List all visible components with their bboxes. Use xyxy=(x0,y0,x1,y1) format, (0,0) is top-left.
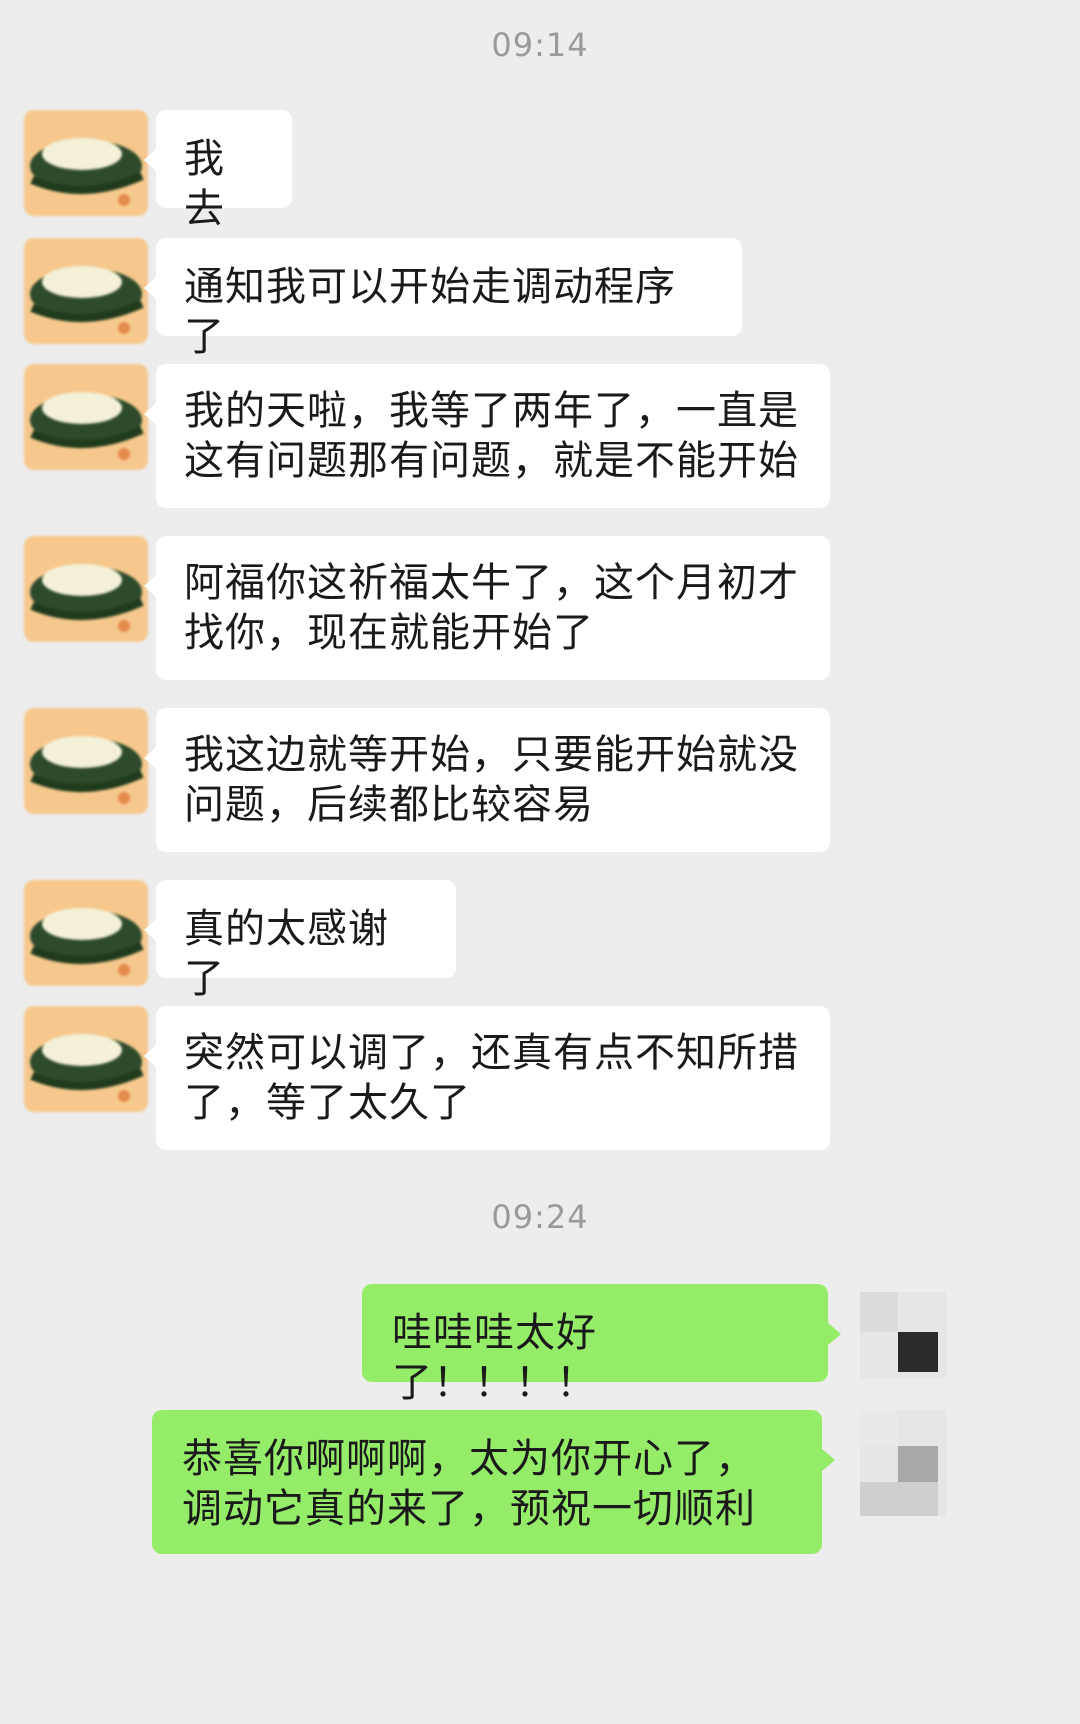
chat-view[interactable]: 09:14 我去 通知我可以开始走调动程序了 我的天啦，我等了两年了，一直是这有… xyxy=(0,0,1080,1724)
message-bubble-outgoing[interactable]: 哇哇哇太好了！！！！ xyxy=(362,1284,841,1406)
message-bubble[interactable]: 阿福你这祈福太牛了，这个月初才找你，现在就能开始了 xyxy=(144,536,830,680)
contact-avatar[interactable] xyxy=(24,708,148,814)
contact-avatar[interactable] xyxy=(24,238,148,344)
message-bubble[interactable]: 我的天啦，我等了两年了，一直是这有问题那有问题，就是不能开始 xyxy=(144,364,830,508)
my-avatar[interactable] xyxy=(860,1292,946,1378)
message-bubble[interactable]: 真的太感谢了 xyxy=(144,880,456,1002)
message-bubble[interactable]: 突然可以调了，还真有点不知所措了，等了太久了 xyxy=(144,1006,830,1150)
message-bubble[interactable]: 我去 xyxy=(144,110,292,232)
timestamp: 09:24 xyxy=(491,1198,589,1236)
contact-avatar[interactable] xyxy=(24,364,148,470)
timestamp: 09:14 xyxy=(491,26,589,64)
contact-avatar[interactable] xyxy=(24,880,148,986)
contact-avatar[interactable] xyxy=(24,110,148,216)
contact-avatar[interactable] xyxy=(24,1006,148,1112)
my-avatar[interactable] xyxy=(860,1410,946,1516)
message-bubble-outgoing[interactable]: 恭喜你啊啊啊，太为你开心了，调动它真的来了，预祝一切顺利 xyxy=(152,1410,835,1554)
message-bubble[interactable]: 通知我可以开始走调动程序了 xyxy=(144,238,742,360)
message-bubble[interactable]: 我这边就等开始，只要能开始就没问题，后续都比较容易 xyxy=(144,708,830,852)
contact-avatar[interactable] xyxy=(24,536,148,642)
